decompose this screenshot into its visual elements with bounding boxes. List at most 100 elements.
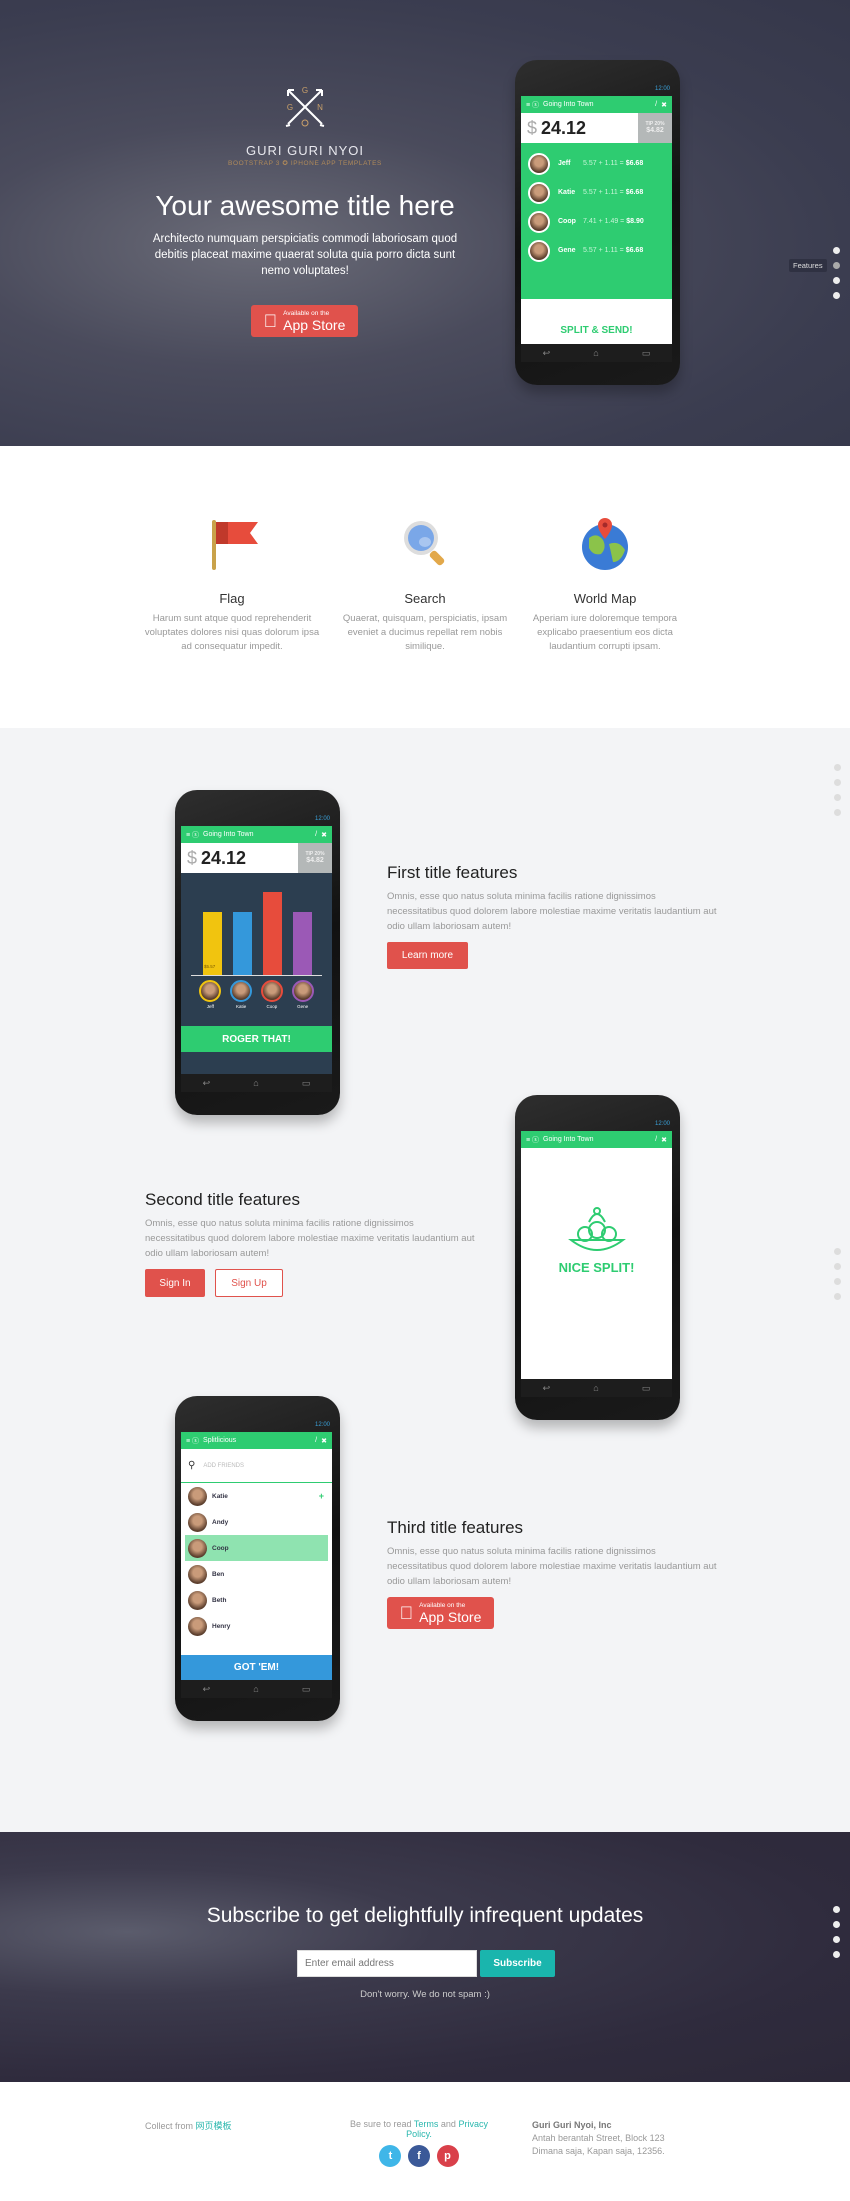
nice-split-phone-mockup: 12:00 ≡ ⓢ Going Into Town / ✖ NICE SPLIT! ↩… [515,1095,680,1420]
chart-bar-gene [293,912,312,975]
side-nav-dot[interactable] [834,1293,841,1300]
twitter-icon[interactable]: t [379,2145,402,2167]
side-nav-dot[interactable] [834,779,841,786]
subscribe-button[interactable]: Subscribe [480,1950,555,1977]
subscribe-title: Subscribe to get delightfully infrequent… [206,1904,644,1927]
avatar [188,1564,207,1584]
side-nav-dot[interactable] [833,1951,840,1958]
side-nav-dot[interactable] [833,1906,840,1913]
avatar [188,1616,207,1636]
side-nav-dot[interactable] [833,277,840,284]
close-icon: ✖ [661,1136,667,1144]
side-nav-dot[interactable] [833,1921,840,1928]
side-nav-dot[interactable] [834,1263,841,1270]
bar-value-label: $5.57 [204,964,216,969]
feature-title: Search [404,591,446,606]
learn-more-button[interactable]: Learn more [387,942,468,969]
person-name: Jeff [558,160,571,167]
terms-link[interactable]: Terms [414,2119,439,2129]
edit-icon: / [315,1437,318,1444]
person-name: Katie [558,189,576,196]
person-name: Jeff [206,1004,214,1009]
svg-text:N: N [317,103,323,112]
feature-title: Flag [219,591,245,606]
edit-icon: / [655,101,658,108]
person-calc: 5.57 + 1.11 = [583,160,624,167]
feature-text: Aperiam iure doloremque tempora explicab… [532,613,678,652]
avatar [260,980,283,1002]
friend-row: Katie + [181,1483,332,1509]
feature-title: World Map [573,591,637,606]
back-icon: ↩ [542,347,551,358]
feature-search: Search Quaerat, quisquam, perspiciatis, … [335,514,515,654]
search-icon [404,521,445,566]
friend-row: Andy [181,1509,332,1535]
collect-link[interactable]: 网页模板 [196,2121,232,2131]
person-calc: 5.57 + 1.11 = [583,247,624,254]
side-nav-dot[interactable] [833,292,840,299]
side-nav-dot[interactable] [833,247,840,254]
avatar [528,181,550,204]
avatar [528,152,550,175]
collect-from: Collect from 网页模板 [145,2119,232,2132]
list-item: Gene 5.57 + 1.11 = $6.68 [521,236,672,265]
friend-name: Beth [212,1596,227,1604]
feature-text: Omnis, esse quo natus soluta minima faci… [387,1546,717,1587]
chart-people: Jeff Katie Coop Gene [181,976,332,1016]
person-total: $6.68 [625,247,644,254]
currency-symbol: $ [527,117,538,138]
side-nav-dot[interactable] [833,1936,840,1943]
sign-up-button[interactable]: Sign Up [215,1269,283,1297]
person-name: Coop [266,1004,278,1009]
back-icon: ↩ [202,1683,211,1694]
person-name: Gene [558,247,576,254]
status-bar-time: 12:00 [654,1121,670,1127]
app-store-button[interactable]:  Available on theApp Store [387,1597,494,1629]
currency-symbol: $ [187,847,198,868]
side-nav-dot-active[interactable] [833,262,840,269]
chart-person: Gene [291,980,314,1016]
read-label: Be sure to read [350,2119,412,2129]
svg-text:G: G [302,86,308,95]
showcase-section: 12:00 ≡ ⓢ Going Into Town / ✖ $24.12 TIP 20… [0,728,850,1832]
status-bar-time: 12:00 [314,816,330,822]
friend-row: Henry [181,1613,332,1639]
split-bar-chart: $5.57 [191,873,322,976]
avatar [528,239,550,262]
android-nav-bar: ↩ ⌂ ▭ [181,1680,332,1698]
pinterest-icon[interactable]: p [436,2145,459,2167]
home-icon: ⌂ [253,1078,259,1088]
menu-icon: ≡ ⓢ [186,831,200,839]
side-nav-dot[interactable] [834,764,841,771]
feature-text: Harum sunt atque quod reprehenderit volu… [144,613,320,652]
side-nav-dot[interactable] [834,794,841,801]
sign-in-button[interactable]: Sign In [145,1269,205,1297]
app-title: Going Into Town [543,1136,594,1143]
search-placeholder: ADD FRIENDS [203,1462,244,1469]
side-nav-dot[interactable] [834,1248,841,1255]
amount: 24.12 [541,117,587,138]
android-nav-bar: ↩ ⌂ ▭ [181,1074,332,1092]
side-nav-dot[interactable] [834,1278,841,1285]
hero-text: Architecto numquam perspiciatis commodi … [152,233,458,277]
avatar [188,1486,207,1506]
android-nav-bar: ↩ ⌂ ▭ [521,1379,672,1397]
person-name: Katie [235,1004,247,1009]
recents-icon: ▭ [301,1683,311,1694]
chart-person: Katie [230,980,253,1016]
email-input[interactable] [297,1950,477,1977]
tip-panel: TIP 20% $4.82 [298,843,332,873]
person-calc: 5.57 + 1.11 = [583,189,624,196]
friend-name: Katie [212,1492,228,1500]
company-address: Guri Guri Nyoi, Inc Antah berantah Stree… [532,2119,665,2158]
tip-value: $4.82 [646,127,664,134]
features-section: Flag Harum sunt atque quod reprehenderit… [0,446,850,728]
facebook-icon[interactable]: f [408,2145,430,2167]
recents-icon: ▭ [641,347,651,358]
add-friends-search: ⚲ ADD FRIENDS [181,1449,332,1483]
close-icon: ✖ [321,831,327,839]
side-nav-dot[interactable] [834,809,841,816]
app-store-button[interactable]:  Available on theApp Store [251,305,358,337]
friend-row: Beth [181,1587,332,1613]
friend-name: Andy [212,1518,229,1526]
